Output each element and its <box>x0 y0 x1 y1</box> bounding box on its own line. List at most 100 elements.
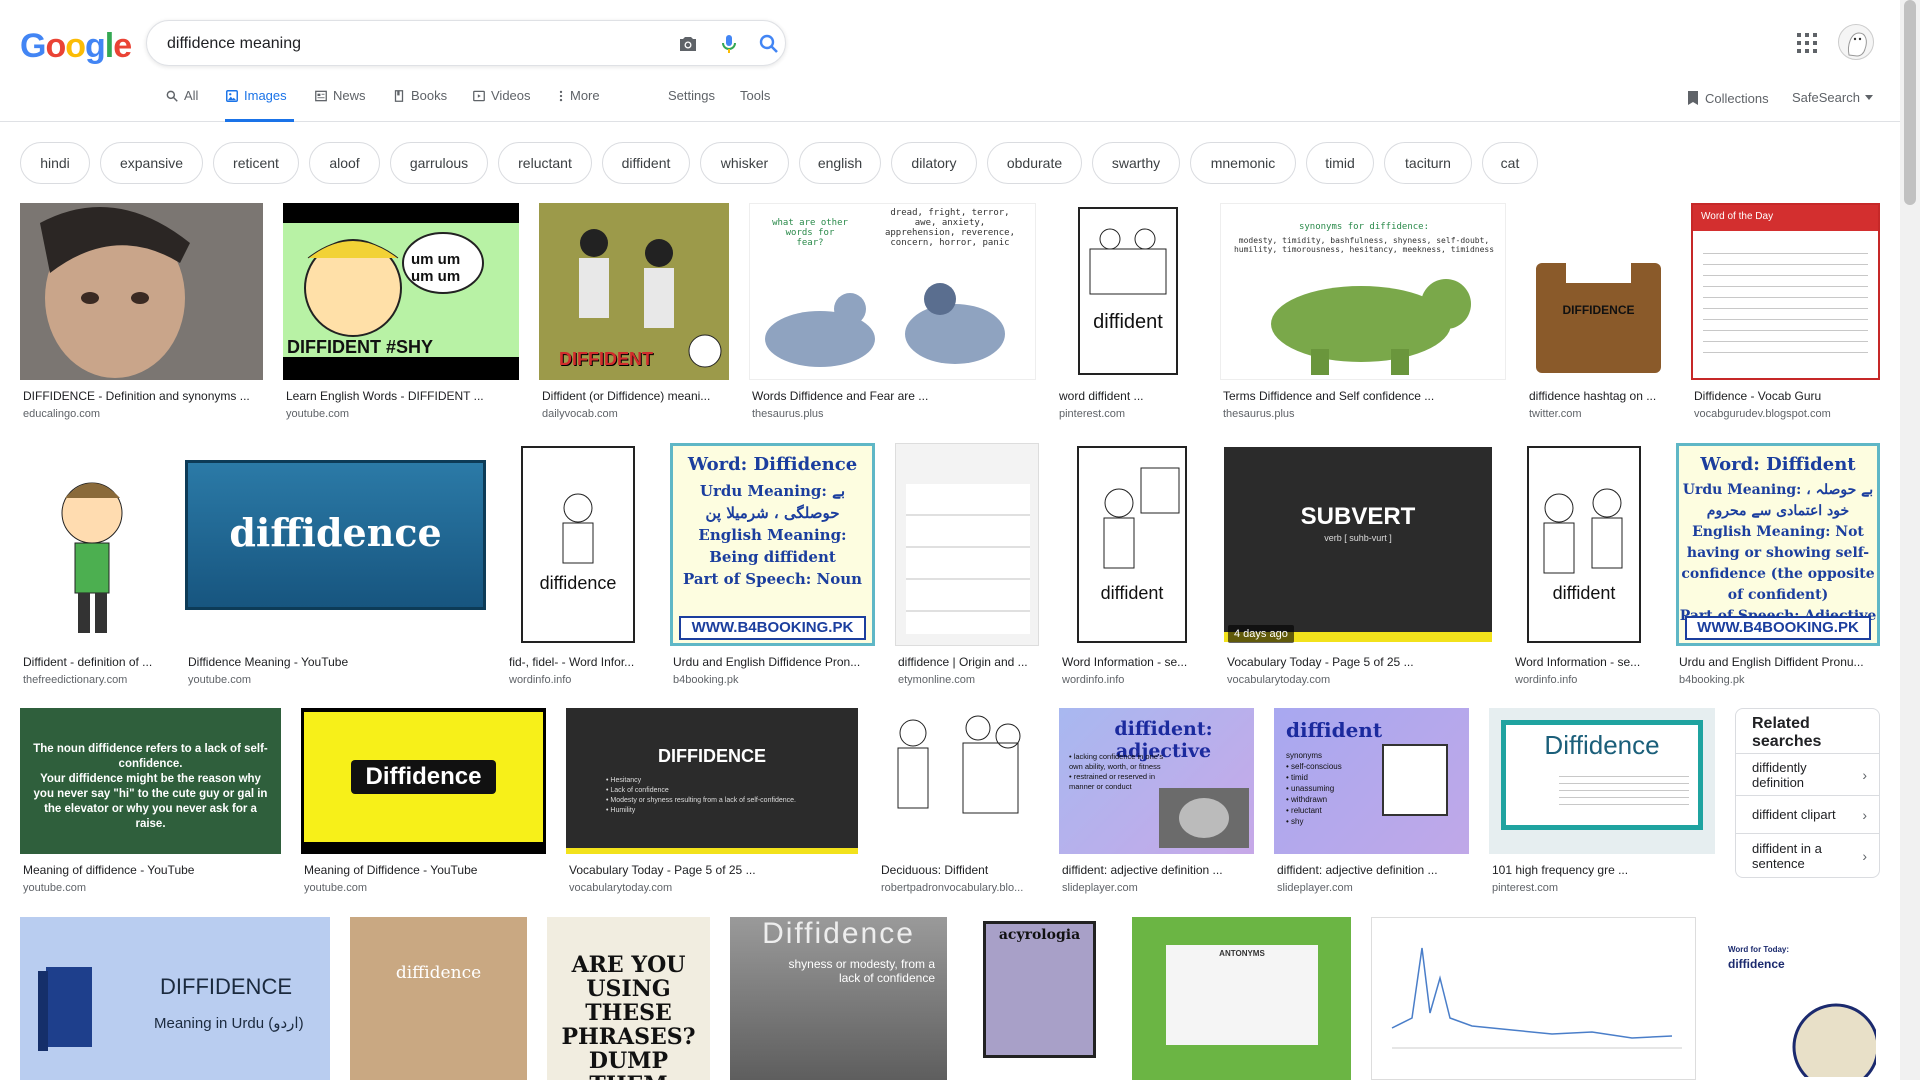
result-title[interactable]: Meaning of Diffidence - YouTube <box>304 863 543 877</box>
chip[interactable]: expansive <box>100 142 203 184</box>
result-title[interactable]: Diffidence - Vocab Guru <box>1694 389 1877 403</box>
result-title[interactable]: Urdu and English Diffident Pronu... <box>1679 655 1877 669</box>
avatar[interactable] <box>1838 24 1874 60</box>
tab-all[interactable]: All <box>165 88 198 122</box>
image-result[interactable]: DIFFIDENT Diffident (or Diffidence) mean… <box>539 203 729 423</box>
image-result[interactable]: ARE YOU USING THESE PHRASES? DUMP THEM N… <box>547 917 710 1080</box>
image-result[interactable]: ANTONYMS <box>1132 917 1351 1080</box>
chip[interactable]: diffident <box>602 142 690 184</box>
chip[interactable]: reluctant <box>498 142 592 184</box>
result-title[interactable]: DIFFIDENCE - Definition and synonyms ... <box>23 389 260 403</box>
image-result[interactable]: DIFFIDENCE diffidence hashtag on ... twi… <box>1526 203 1671 423</box>
image-result[interactable]: Word of the Day Diffidence - Vocab Guru … <box>1691 203 1880 423</box>
result-thumbnail <box>1371 917 1696 1080</box>
result-title[interactable]: Words Diffidence and Fear are ... <box>752 389 1033 403</box>
chip[interactable]: english <box>799 142 881 184</box>
search-icon <box>166 90 178 102</box>
image-result[interactable]: Diffidence shyness or modesty, from a la… <box>730 917 947 1080</box>
result-thumbnail: The noun diffidence refers to a lack of … <box>20 708 281 854</box>
microphone-icon[interactable] <box>717 32 741 56</box>
camera-icon[interactable] <box>676 32 700 56</box>
image-result[interactable]: Diffidence Meaning of Diffidence - YouTu… <box>301 708 546 900</box>
image-result[interactable]: Diffident - definition of ... thefreedic… <box>20 443 165 689</box>
tab-more[interactable]: More <box>557 88 600 122</box>
chip[interactable]: garrulous <box>390 142 488 184</box>
image-result[interactable] <box>1371 917 1696 1080</box>
image-result[interactable]: diffidence Diffidence Meaning - YouTube … <box>185 443 486 689</box>
image-result[interactable]: SUBVERT verb [ suhb-vurt ] 4 days ago Vo… <box>1224 443 1492 689</box>
image-result[interactable]: The noun diffidence refers to a lack of … <box>20 708 281 900</box>
tab-videos[interactable]: Videos <box>472 88 531 122</box>
collections-button[interactable]: Collections <box>1686 90 1769 106</box>
chip[interactable]: taciturn <box>1384 142 1472 184</box>
image-result[interactable]: Word: Diffident Urdu Meaning: بے حوصلہ ،… <box>1676 443 1880 689</box>
image-result[interactable]: diffident: adjective • lacking confidenc… <box>1059 708 1254 900</box>
result-title[interactable]: Word Information - se... <box>1062 655 1201 669</box>
result-title[interactable]: Meaning of diffidence - YouTube <box>23 863 278 877</box>
result-title[interactable]: Word Information - se... <box>1515 655 1653 669</box>
related-search-item[interactable]: diffidently definition › <box>1736 753 1879 795</box>
image-result[interactable]: what are other words for fear? dread, fr… <box>749 203 1036 423</box>
thumb-caption: SUBVERT <box>1300 503 1416 530</box>
chip[interactable]: mnemonic <box>1190 142 1296 184</box>
result-title[interactable]: Learn English Words - DIFFIDENT ... <box>286 389 516 403</box>
image-result[interactable]: diffident synonyms • self-conscious • timi… <box>1274 708 1469 900</box>
tab-books[interactable]: Books <box>392 88 447 122</box>
safesearch-dropdown[interactable]: SafeSearch <box>1792 90 1873 105</box>
result-title[interactable]: diffident: adjective definition ... <box>1277 863 1466 877</box>
chip[interactable]: obdurate <box>987 142 1082 184</box>
result-title[interactable]: Vocabulary Today - Page 5 of 25 ... <box>569 863 855 877</box>
image-result[interactable]: Word: Diffidence Urdu Meaning: بے حوصلگی… <box>670 443 875 689</box>
tools-link[interactable]: Tools <box>740 88 770 122</box>
page-scrollbar[interactable] <box>1900 0 1920 1080</box>
image-result[interactable]: Diffidence 101 high frequency gre ... pi… <box>1489 708 1715 900</box>
chip[interactable]: cat <box>1482 142 1538 184</box>
image-result[interactable]: diffidence <box>350 917 527 1080</box>
image-result[interactable]: Word for Today: diffidence <box>1716 917 1880 1080</box>
image-result[interactable]: diffident Word Information - se... wordi… <box>1059 443 1204 689</box>
tab-images[interactable]: Images <box>225 88 294 122</box>
result-title[interactable]: Diffident (or Diffidence) meani... <box>542 389 726 403</box>
image-result[interactable]: DIFFIDENCE • Hesitancy • Lack of confiden… <box>566 708 858 900</box>
image-result[interactable]: acyrologia <box>967 917 1112 1080</box>
search-icon[interactable] <box>757 32 781 56</box>
chip[interactable]: swarthy <box>1092 142 1180 184</box>
result-title[interactable]: 101 high frequency gre ... <box>1492 863 1712 877</box>
image-result[interactable]: diffidence | Origin and ... etymonline.c… <box>895 443 1039 689</box>
tab-news[interactable]: News <box>314 88 366 122</box>
result-title[interactable]: Diffidence Meaning - YouTube <box>188 655 483 669</box>
result-title[interactable]: fid-, fidel- - Word Infor... <box>509 655 647 669</box>
chip[interactable]: reticent <box>213 142 299 184</box>
chip[interactable]: hindi <box>20 142 90 184</box>
result-title[interactable]: diffidence | Origin and ... <box>898 655 1036 669</box>
chip[interactable]: aloof <box>309 142 380 184</box>
result-title[interactable]: Vocabulary Today - Page 5 of 25 ... <box>1227 655 1489 669</box>
chip[interactable]: whisker <box>700 142 789 184</box>
image-result[interactable]: Deciduous: Diffident robertpadronvocabul… <box>878 708 1039 900</box>
image-result[interactable]: DIFFIDENCE Meaning in Urdu (اردو) <box>20 917 330 1080</box>
apps-grid-icon[interactable] <box>1796 32 1818 54</box>
search-input[interactable] <box>167 33 637 55</box>
result-title[interactable]: diffident: adjective definition ... <box>1062 863 1251 877</box>
result-title[interactable]: word diffident ... <box>1059 389 1197 403</box>
chip[interactable]: timid <box>1306 142 1374 184</box>
google-logo[interactable]: Google <box>20 27 132 66</box>
image-result[interactable]: diffident word diffident ... pinterest.c… <box>1056 203 1200 423</box>
image-result[interactable]: diffidence fid-, fidel- - Word Infor... … <box>506 443 650 689</box>
result-thumbnail: um um um um DIFFIDENT #SHY <box>283 203 519 380</box>
related-search-item[interactable]: diffident in a sentence › <box>1736 833 1879 877</box>
image-result[interactable]: synonyms for diffidence: modesty, timidi… <box>1220 203 1506 423</box>
related-search-item[interactable]: diffident clipart › <box>1736 795 1879 833</box>
result-title[interactable]: Deciduous: Diffident <box>881 863 1036 877</box>
chip[interactable]: dilatory <box>891 142 977 184</box>
thumb-caption: WWW.B4BOOKING.PK <box>679 616 866 640</box>
result-title[interactable]: Diffident - definition of ... <box>23 655 162 669</box>
result-title[interactable]: diffidence hashtag on ... <box>1529 389 1668 403</box>
image-result[interactable]: diffident Word Information - se... wordi… <box>1512 443 1656 689</box>
result-title[interactable]: Terms Diffidence and Self confidence ... <box>1223 389 1503 403</box>
result-title[interactable]: Urdu and English Diffidence Pron... <box>673 655 872 669</box>
settings-link[interactable]: Settings <box>668 88 715 122</box>
scrollbar-thumb[interactable] <box>1904 0 1916 205</box>
image-result[interactable]: DIFFIDENCE - Definition and synonyms ...… <box>20 203 263 423</box>
image-result[interactable]: um um um um DIFFIDENT #SHY Learn English … <box>283 203 519 423</box>
